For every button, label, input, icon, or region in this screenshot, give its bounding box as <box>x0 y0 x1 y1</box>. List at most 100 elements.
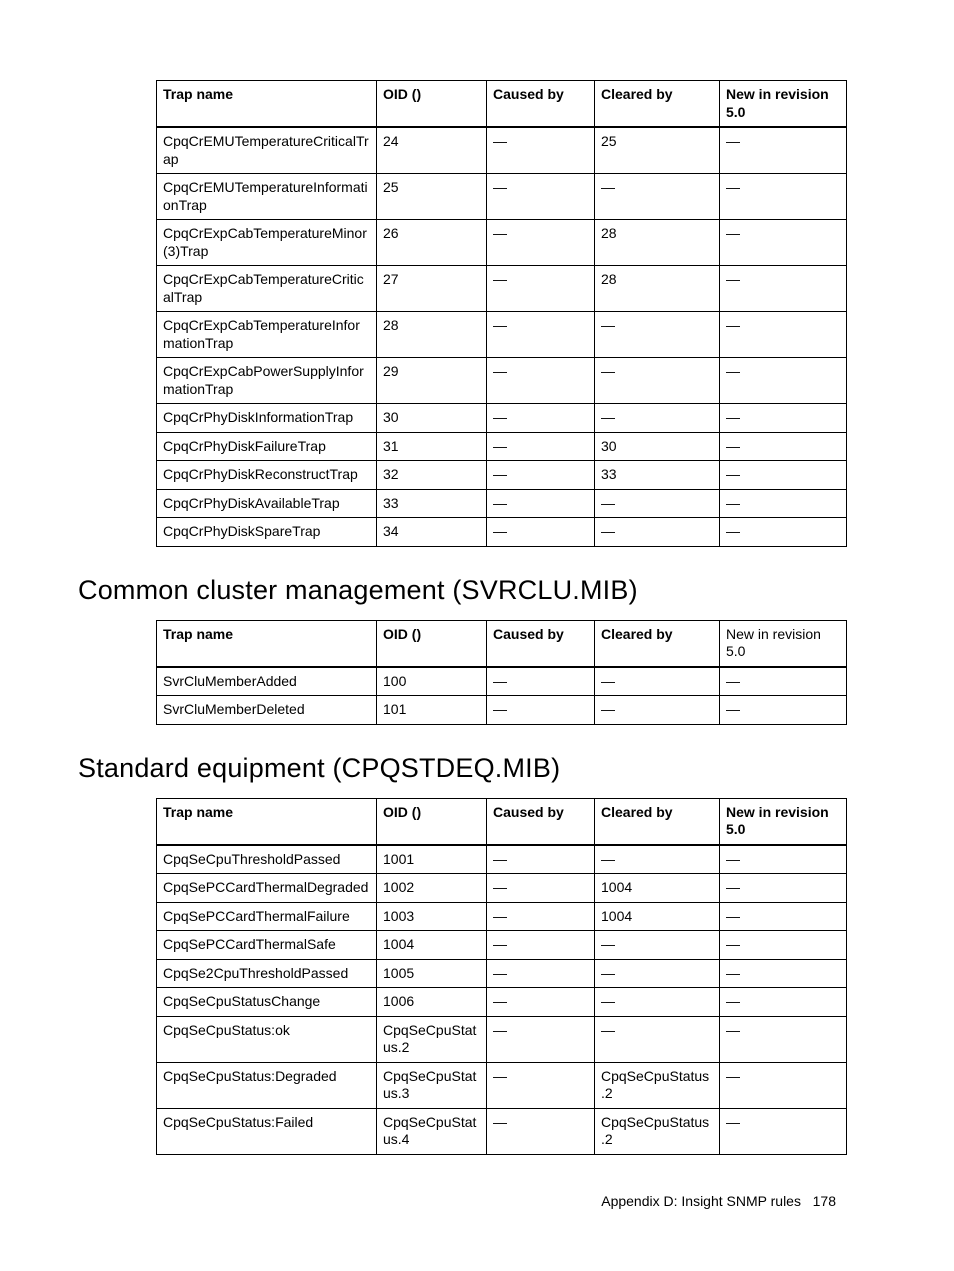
table-cell: 27 <box>377 266 487 312</box>
table-cell: — <box>720 988 847 1017</box>
table-header-row: Trap nameOID ()Caused byCleared byNew in… <box>157 620 847 667</box>
table-cell: CpqCrPhyDiskReconstructTrap <box>157 461 377 490</box>
table-cell: — <box>595 1016 720 1062</box>
table-cell: CpqCrPhyDiskAvailableTrap <box>157 489 377 518</box>
table-row: CpqCrPhyDiskInformationTrap30——— <box>157 404 847 433</box>
table-row: CpqSe2CpuThresholdPassed1005——— <box>157 959 847 988</box>
table-cell: — <box>487 874 595 903</box>
page-footer: Appendix D: Insight SNMP rules 178 <box>78 1193 836 1209</box>
table-row: CpqCrPhyDiskFailureTrap31—30— <box>157 432 847 461</box>
table-cell: — <box>720 518 847 547</box>
table-cell: CpqCrEMUTemperatureInformationTrap <box>157 174 377 220</box>
table-cell: — <box>720 174 847 220</box>
table-header-cell: OID () <box>377 620 487 667</box>
table-cell: 1002 <box>377 874 487 903</box>
table-cell: — <box>595 312 720 358</box>
table-cell: CpqCrPhyDiskInformationTrap <box>157 404 377 433</box>
table-header-cell: New in revision 5.0 <box>720 620 847 667</box>
table-cell: CpqSeCpuStatus:ok <box>157 1016 377 1062</box>
table-cell: — <box>487 174 595 220</box>
table-cell: — <box>487 1108 595 1154</box>
table-cell: CpqSeCpuThresholdPassed <box>157 845 377 874</box>
table-cell: — <box>595 404 720 433</box>
table-header-cell: Trap name <box>157 81 377 128</box>
table-cell: — <box>487 432 595 461</box>
table-cell: 25 <box>595 127 720 174</box>
table-cell: 1005 <box>377 959 487 988</box>
table-cell: CpqSeCpuStatus.2 <box>595 1108 720 1154</box>
table-cell: — <box>595 696 720 725</box>
table-row: CpqCrEMUTemperatureInformationTrap25——— <box>157 174 847 220</box>
table-row: CpqSeCpuStatus:FailedCpqSeCpuStatus.4—Cp… <box>157 1108 847 1154</box>
table-cell: — <box>487 1016 595 1062</box>
table-cell: — <box>720 667 847 696</box>
table-cell: CpqCrPhyDiskFailureTrap <box>157 432 377 461</box>
table-cell: — <box>595 358 720 404</box>
table-cell: — <box>487 845 595 874</box>
table-cell: — <box>720 461 847 490</box>
table-header-cell: Caused by <box>487 81 595 128</box>
table-cell: — <box>487 220 595 266</box>
table-row: CpqSePCCardThermalDegraded1002—1004— <box>157 874 847 903</box>
table-cell: 30 <box>595 432 720 461</box>
table-row: CpqCrEMUTemperatureCriticalTrap24—25— <box>157 127 847 174</box>
table-cell: 1006 <box>377 988 487 1017</box>
table-row: CpqCrExpCabTemperatureMinor(3)Trap26—28— <box>157 220 847 266</box>
table-cell: — <box>720 1016 847 1062</box>
table-cell: 28 <box>595 220 720 266</box>
table-cell: 28 <box>377 312 487 358</box>
table-row: SvrCluMemberAdded100——— <box>157 667 847 696</box>
section-heading: Common cluster management (SVRCLU.MIB) <box>78 575 876 606</box>
mib-table: Trap nameOID ()Caused byCleared byNew in… <box>156 80 847 547</box>
table-cell: CpqSeCpuStatus:Failed <box>157 1108 377 1154</box>
table-cell: 34 <box>377 518 487 547</box>
table-cell: — <box>595 489 720 518</box>
table-header-cell: Trap name <box>157 798 377 845</box>
table-cell: — <box>487 1062 595 1108</box>
table-cell: CpqCrEMUTemperatureCriticalTrap <box>157 127 377 174</box>
table-header-cell: New in revision 5.0 <box>720 798 847 845</box>
table-cell: SvrCluMemberDeleted <box>157 696 377 725</box>
table-row: CpqCrPhyDiskAvailableTrap33——— <box>157 489 847 518</box>
table-cell: CpqSePCCardThermalDegraded <box>157 874 377 903</box>
table-cell: — <box>487 461 595 490</box>
table-header-row: Trap nameOID ()Caused byCleared byNew in… <box>157 798 847 845</box>
table-cell: — <box>720 696 847 725</box>
table-header-cell: Cleared by <box>595 798 720 845</box>
table-row: CpqSePCCardThermalFailure1003—1004— <box>157 902 847 931</box>
table-cell: — <box>487 312 595 358</box>
table-row: CpqSePCCardThermalSafe1004——— <box>157 931 847 960</box>
table-row: CpqCrExpCabTemperatureInformationTrap28—… <box>157 312 847 358</box>
table-cell: — <box>487 404 595 433</box>
table-row: CpqSeCpuStatus:okCpqSeCpuStatus.2——— <box>157 1016 847 1062</box>
table-row: CpqSeCpuStatus:DegradedCpqSeCpuStatus.3—… <box>157 1062 847 1108</box>
mib-table: Trap nameOID ()Caused byCleared byNew in… <box>156 798 847 1155</box>
table-row: SvrCluMemberDeleted101——— <box>157 696 847 725</box>
table-cell: — <box>720 845 847 874</box>
table-row: CpqCrPhyDiskSpareTrap34——— <box>157 518 847 547</box>
table-cell: — <box>595 174 720 220</box>
table-cell: 33 <box>377 489 487 518</box>
table-cell: — <box>720 312 847 358</box>
table-row: CpqSeCpuThresholdPassed1001——— <box>157 845 847 874</box>
table-cell: — <box>487 358 595 404</box>
table-cell: CpqSe2CpuThresholdPassed <box>157 959 377 988</box>
table-cell: CpqCrExpCabTemperatureMinor(3)Trap <box>157 220 377 266</box>
table-header-cell: Caused by <box>487 798 595 845</box>
table-cell: 101 <box>377 696 487 725</box>
table-header-cell: Cleared by <box>595 620 720 667</box>
table-cell: — <box>720 959 847 988</box>
table-header-cell: Trap name <box>157 620 377 667</box>
table-cell: 32 <box>377 461 487 490</box>
table-cell: — <box>720 127 847 174</box>
table-cell: 1004 <box>595 902 720 931</box>
table-cell: 28 <box>595 266 720 312</box>
table-cell: CpqSePCCardThermalSafe <box>157 931 377 960</box>
table-cell: — <box>720 1108 847 1154</box>
footer-text: Appendix D: Insight SNMP rules <box>601 1193 801 1209</box>
table-cell: — <box>487 931 595 960</box>
table-cell: CpqSeCpuStatus.2 <box>595 1062 720 1108</box>
table-cell: — <box>595 667 720 696</box>
table-header-cell: Caused by <box>487 620 595 667</box>
table-cell: — <box>487 127 595 174</box>
